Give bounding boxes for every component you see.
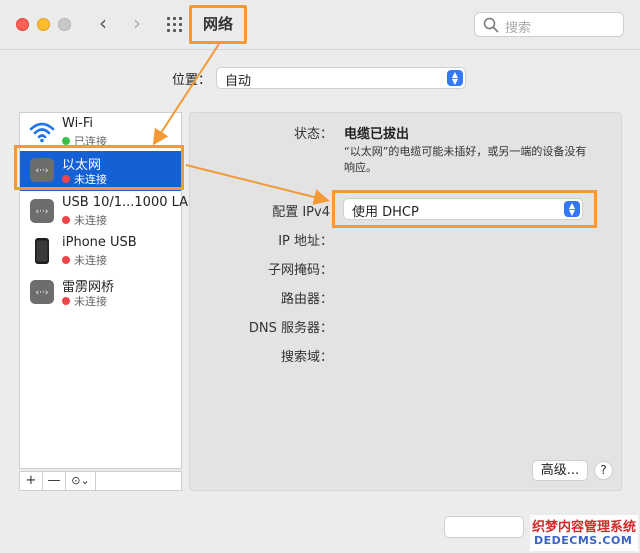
chevron-right-icon: › <box>133 11 141 35</box>
service-actions-button[interactable]: ⊙⌄ <box>66 472 96 490</box>
iphone-icon <box>35 238 49 264</box>
status-value: 电缆已拔出 <box>344 127 410 142</box>
location-select[interactable]: 自动 ▲ ▼ <box>216 67 466 89</box>
status-dot-icon <box>62 256 70 264</box>
svg-text:‹··›: ‹··› <box>36 288 49 298</box>
search-placeholder: 搜索 <box>505 21 532 36</box>
add-service-button[interactable]: + <box>20 472 43 490</box>
status-dot-icon <box>62 297 70 305</box>
window-title: 网络 <box>202 15 233 33</box>
zoom-button[interactable] <box>58 18 71 31</box>
forward-button[interactable]: › <box>126 12 148 36</box>
configure-ipv4-select[interactable]: 使用 DHCP ▲ ▼ <box>343 198 583 220</box>
ethernet-icon: ‹··› <box>30 199 54 223</box>
minimize-button[interactable] <box>37 18 50 31</box>
close-button[interactable] <box>16 18 29 31</box>
service-item-thunderbolt-bridge[interactable]: ‹··› 雷雳网桥 未连接 <box>20 273 181 313</box>
watermark-text: 织梦内容管理系统 <box>532 520 637 535</box>
service-name: Wi-Fi <box>62 116 94 131</box>
configure-ipv4-value: 使用 DHCP <box>352 205 419 220</box>
service-name: USB 10/1...1000 LAN <box>62 195 198 210</box>
wifi-icon <box>29 122 55 143</box>
search-domain-label: 搜索域： <box>280 350 333 365</box>
service-list-toolbar: + — ⊙⌄ <box>19 471 182 491</box>
show-all-grid-icon[interactable] <box>167 17 183 33</box>
service-status: 未连接 <box>62 252 107 268</box>
status-dot-icon <box>62 216 70 224</box>
subnet-mask-label: 子网掩码： <box>267 263 333 278</box>
dns-server-label: DNS 服务器： <box>248 321 333 336</box>
ethernet-icon: ‹··› <box>30 280 54 304</box>
service-item-usb-lan[interactable]: ‹··› USB 10/1...1000 LAN 未连接 <box>20 192 198 232</box>
search-icon <box>483 17 499 33</box>
back-button[interactable]: ‹ <box>92 12 114 36</box>
status-description: “以太网”的电缆可能未插好，或另一端的设备没有响应。 <box>344 145 587 174</box>
chevron-left-icon: ‹ <box>99 11 107 35</box>
service-status: 未连接 <box>62 293 107 309</box>
help-button[interactable]: ? <box>594 461 613 480</box>
search-input[interactable]: 搜索 <box>474 12 624 37</box>
watermark: 织梦内容管理系统 DEDECMS.COM <box>530 515 638 551</box>
configure-ipv4-label: 配置 IPv4 <box>272 205 330 220</box>
selected-service-highlight <box>14 145 184 190</box>
remove-service-button[interactable]: — <box>43 472 66 490</box>
window-title-highlight: 网络 <box>189 5 247 44</box>
bottom-button[interactable] <box>444 516 524 538</box>
watermark-url: DEDECMS.COM <box>534 534 633 547</box>
location-value: 自动 <box>225 74 252 89</box>
svg-text:‹··›: ‹··› <box>36 207 49 217</box>
title-bar: ‹ › 网络 搜索 <box>0 0 640 50</box>
status-label: 状态： <box>293 127 333 142</box>
ip-address-label: IP 地址： <box>278 234 333 249</box>
location-label: 位置： <box>172 73 212 88</box>
status-dot-icon <box>62 137 70 145</box>
advanced-button[interactable]: 高级... <box>532 460 588 481</box>
network-preferences-window: ‹ › 网络 搜索 位置： 自动 ▲ ▼ Wi-Fi 已连接 ‹··› 以太网 … <box>0 0 640 553</box>
updown-arrows-icon: ▲ ▼ <box>447 70 463 86</box>
router-label: 路由器： <box>280 292 333 307</box>
updown-arrows-icon: ▲ ▼ <box>564 201 580 217</box>
service-name: iPhone USB <box>62 235 137 250</box>
service-status: 未连接 <box>62 212 107 228</box>
service-item-iphone-usb[interactable]: iPhone USB 未连接 <box>20 232 181 272</box>
